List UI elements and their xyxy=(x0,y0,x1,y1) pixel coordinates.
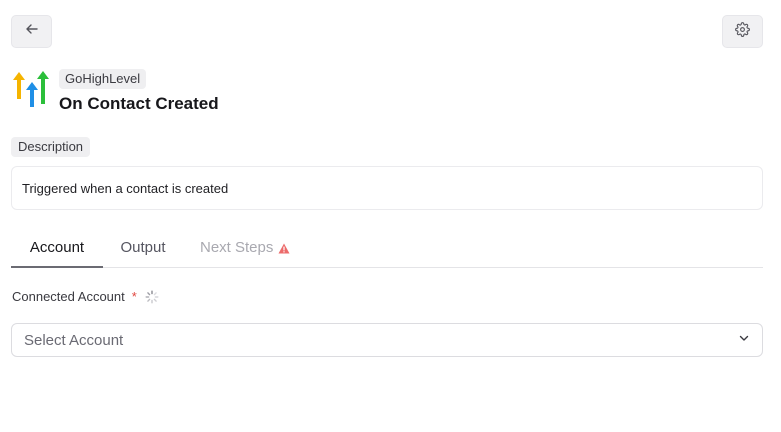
arrow-left-icon xyxy=(25,22,39,41)
tab-next-steps[interactable]: Next Steps xyxy=(194,228,309,268)
account-select-placeholder: Select Account xyxy=(24,331,124,349)
tab-account[interactable]: Account xyxy=(11,228,103,268)
warning-icon xyxy=(278,243,290,254)
tab-next-steps-label: Next Steps xyxy=(200,239,274,256)
app-header: GoHighLevel On Contact Created xyxy=(11,69,219,114)
loading-spinner-icon xyxy=(145,290,159,304)
account-select[interactable]: Select Account xyxy=(11,323,763,357)
gohighlevel-logo-icon xyxy=(11,69,51,109)
app-name-badge: GoHighLevel xyxy=(59,69,147,89)
chevron-down-icon xyxy=(738,331,750,349)
settings-button[interactable] xyxy=(722,15,763,48)
connected-account-label: Connected Account xyxy=(12,289,125,304)
gear-icon xyxy=(735,21,750,42)
connected-account-label-row: Connected Account * xyxy=(12,289,159,304)
required-indicator: * xyxy=(131,289,137,304)
back-button[interactable] xyxy=(11,15,52,48)
description-label: Description xyxy=(11,137,91,157)
tab-bar: Account Output Next Steps xyxy=(11,228,763,268)
app-meta: GoHighLevel On Contact Created xyxy=(59,69,219,114)
tab-output[interactable]: Output xyxy=(111,228,175,268)
description-box: Triggered when a contact is created xyxy=(11,166,763,210)
trigger-title: On Contact Created xyxy=(59,94,219,113)
